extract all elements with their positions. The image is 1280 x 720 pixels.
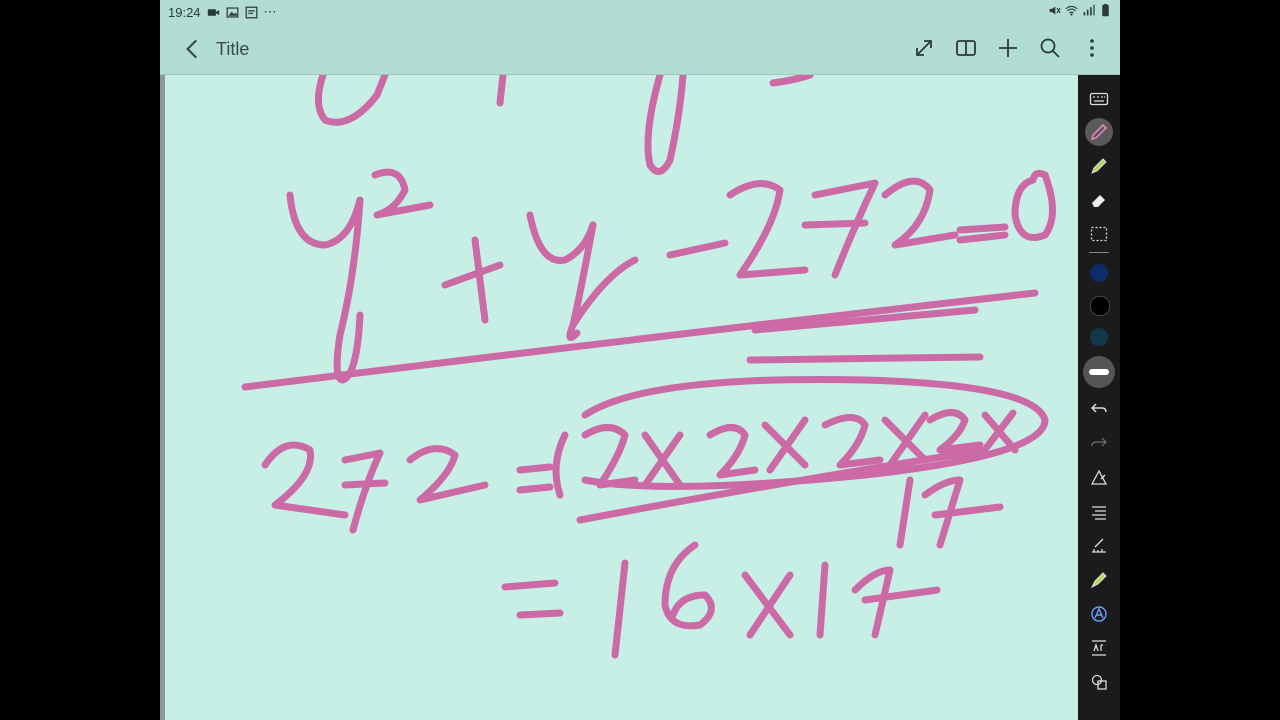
shape-pen-icon [1090,469,1108,485]
redo-icon [1091,437,1107,447]
highlighter-tool-button[interactable] [1085,152,1113,180]
lasso-select-button[interactable] [1085,220,1113,248]
signal-icon [1083,4,1095,16]
gallery-icon [226,6,238,18]
app-window: 19:24 ⋯ Title [160,0,1120,720]
search-icon[interactable] [1038,36,1062,60]
redo-button[interactable] [1085,428,1113,456]
color-swatch-black[interactable] [1090,296,1110,316]
app-bar: Title [160,24,1120,75]
undo-icon [1091,403,1107,413]
battery-icon [1102,4,1109,17]
ruler-pen-button[interactable] [1085,532,1113,560]
text-recognition-icon [1092,640,1106,656]
pen-tool-button[interactable] [1085,118,1113,146]
shapes-button[interactable] [1085,668,1113,696]
text-recognition-button[interactable] [1085,634,1113,662]
back-arrow-icon[interactable] [180,36,206,62]
marker-icon [1090,572,1107,589]
text-align-button[interactable] [1085,498,1113,526]
status-more: ⋯ [263,4,277,19]
pen-size-indicator [1089,369,1109,375]
handwriting-icon [1091,606,1107,622]
eraser-icon [1092,195,1105,207]
more-options-icon[interactable] [1080,36,1104,60]
pen-icon [1090,123,1108,141]
text-align-icon [1092,506,1106,520]
pen-toolbar [1078,75,1120,720]
lasso-select-icon [1090,226,1108,242]
status-bar: 19:24 ⋯ [160,0,1120,24]
eraser-tool-button[interactable] [1085,186,1113,214]
shape-pen-button[interactable] [1085,464,1113,492]
pen-size-button[interactable] [1083,356,1115,388]
handwriting-button[interactable] [1085,600,1113,628]
page-title[interactable]: Title [216,39,249,60]
note-app-icon [245,6,257,18]
add-icon[interactable] [996,36,1020,60]
shapes-icon [1091,674,1107,690]
handwritten-math [241,71,1056,659]
keyboard-button[interactable] [1085,85,1113,113]
video-icon [207,8,219,16]
undo-button[interactable] [1085,394,1113,422]
color-swatch-teal[interactable] [1090,328,1108,346]
highlighter-icon [1091,158,1107,174]
handwriting-canvas[interactable] [160,71,1083,720]
status-time: 19:24 [168,4,201,20]
ink-strokes [241,71,1056,659]
wifi-icon [1065,5,1078,16]
toolbar-divider [1089,252,1109,253]
color-swatch-navy[interactable] [1090,264,1108,282]
expand-icon[interactable] [912,36,936,60]
book-view-icon[interactable] [954,36,978,60]
keyboard-icon [1089,92,1109,106]
ruler-pen-icon [1092,538,1106,553]
mute-icon [1049,6,1061,15]
marker-button[interactable] [1085,566,1113,594]
